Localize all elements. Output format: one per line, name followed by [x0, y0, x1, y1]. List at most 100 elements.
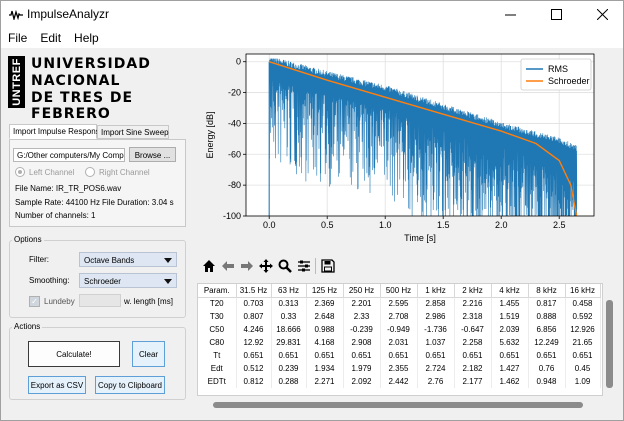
zoom-button[interactable]	[275, 257, 294, 275]
tab-import-impulse-response[interactable]: Import Impulse Response	[9, 124, 104, 139]
pan-button[interactable]	[256, 257, 275, 275]
channels-text: Number of channels: 1	[15, 211, 96, 220]
table-row[interactable]: C80 12.92 29.831 4.168 2.908 2.031 1.037 2.258 5…	[198, 336, 601, 349]
column-header[interactable]: 1 kHz	[417, 284, 455, 298]
tab-import-sine-sweep[interactable]: Import Sine Sweep	[97, 125, 169, 139]
save-button[interactable]	[318, 257, 337, 275]
table-row[interactable]: C50 4.246 18.666 0.988 -0.239 -0.949 -1.736 -0.…	[198, 323, 601, 336]
smoothing-value: Schroeder	[84, 277, 121, 286]
table-cell: 1.455	[491, 297, 529, 310]
file-duration-text: File Duration: 3.04 s	[102, 198, 174, 207]
table-cell: 5.632	[491, 336, 529, 349]
smoothing-select[interactable]: Schroeder	[79, 273, 177, 288]
table-cell: 0.592	[565, 310, 601, 323]
maximize-button[interactable]	[533, 1, 579, 28]
right-channel-radio[interactable]: Right Channel	[85, 167, 150, 177]
y-tick-label: -40	[228, 118, 241, 128]
table-cell: 29.831	[271, 336, 307, 349]
window-length-input[interactable]	[79, 294, 121, 307]
table-cell: 2.177	[454, 375, 492, 388]
y-axis-label: Energy [dB]	[205, 111, 215, 158]
table-cell: 2.33	[343, 310, 381, 323]
table-cell: 0.703	[236, 297, 272, 310]
copy-clipboard-button[interactable]: Copy to Clipboard	[95, 376, 165, 394]
table-cell: 2.271	[306, 375, 344, 388]
table-cell: 2.092	[343, 375, 381, 388]
menu-help[interactable]: Help	[67, 28, 105, 48]
table-row[interactable]: EDTt 0.812 0.288 2.271 2.092 2.442 2.76 2.177 1.…	[198, 375, 601, 388]
table-cell: 2.858	[417, 297, 455, 310]
table-row[interactable]: Tt 0.651 0.651 0.651 0.651 0.651 0.651 0.651 0.6…	[198, 349, 601, 362]
table-cell: 2.355	[380, 362, 418, 375]
column-header[interactable]: 63 Hz	[271, 284, 307, 298]
column-header[interactable]: 4 kHz	[491, 284, 529, 298]
export-csv-button[interactable]: Export as CSV	[28, 376, 86, 394]
calculate-button[interactable]: Calculate!	[28, 341, 120, 367]
column-header[interactable]: 31.5 Hz	[236, 284, 272, 298]
menu-file[interactable]: File	[1, 28, 33, 48]
clear-button[interactable]: Clear	[132, 341, 165, 367]
maximize-icon	[550, 9, 562, 20]
y-tick-label: 0	[236, 57, 241, 67]
table-row[interactable]: Edt 0.512 0.239 1.934 1.979 2.355 2.724 2.182 1.…	[198, 362, 601, 375]
table-cell: 0.651	[271, 349, 307, 362]
back-button[interactable]	[218, 257, 237, 275]
table-horizontal-scrollbar[interactable]	[213, 402, 583, 408]
logo-line-2: NACIONAL	[31, 73, 121, 89]
table-row[interactable]: T20 0.703 0.313 2.369 2.201 2.595 2.858 2.216 1.…	[198, 297, 601, 310]
table-cell: 4.168	[306, 336, 344, 349]
column-header[interactable]: 8 kHz	[528, 284, 566, 298]
table-cell: 1.427	[491, 362, 529, 375]
lundeby-checkbox[interactable]: ✓	[29, 296, 40, 307]
column-header[interactable]: 125 Hz	[306, 284, 344, 298]
table-cell: -0.949	[380, 323, 418, 336]
table-cell: -0.647	[454, 323, 492, 336]
table-cell: 18.666	[271, 323, 307, 336]
table-cell: 0.651	[306, 349, 344, 362]
y-tick-label: -100	[223, 211, 241, 221]
column-header[interactable]: Param.	[198, 284, 237, 298]
chevron-down-icon	[164, 279, 172, 284]
save-icon	[320, 259, 335, 273]
table-cell: 0.817	[528, 297, 566, 310]
table-cell: 0.651	[236, 349, 272, 362]
row-param-cell: Edt	[198, 362, 237, 375]
minimize-button[interactable]	[487, 1, 533, 28]
filter-select[interactable]: Octave Bands	[79, 252, 177, 267]
column-header[interactable]: 500 Hz	[380, 284, 418, 298]
table-cell: 0.651	[380, 349, 418, 362]
minimize-icon	[504, 14, 516, 16]
x-axis-label: Time [s]	[404, 233, 436, 243]
menu-edit[interactable]: Edit	[33, 28, 67, 48]
table-cell: 0.807	[236, 310, 272, 323]
column-header[interactable]: 250 Hz	[343, 284, 381, 298]
table-cell: 1.462	[491, 375, 529, 388]
forward-button[interactable]	[237, 257, 256, 275]
table-cell: 0.888	[528, 310, 566, 323]
legend-label: RMS	[548, 64, 568, 74]
table-cell: 0.651	[565, 349, 601, 362]
browse-button[interactable]: Browse ...	[129, 147, 176, 162]
results-table-container[interactable]: Param. 31.5 Hz 63 Hz 125 Hz 250 Hz 500 Hz 1 kH…	[197, 283, 603, 396]
column-header[interactable]: 16 kHz	[565, 284, 601, 298]
x-tick-label: 1.5	[437, 220, 450, 230]
left-channel-radio[interactable]: Left Channel	[15, 167, 74, 177]
table-cell: 2.216	[454, 297, 492, 310]
filter-value: Octave Bands	[84, 256, 135, 265]
home-button[interactable]	[199, 257, 218, 275]
table-row[interactable]: T30 0.807 0.33 2.648 2.33 2.708 2.986 2.318 1.51…	[198, 310, 601, 323]
column-header[interactable]: 2 kHz	[454, 284, 492, 298]
configure-button[interactable]	[294, 257, 313, 275]
table-cell: 0.812	[236, 375, 272, 388]
pan-icon	[258, 259, 273, 273]
table-cell: 0.988	[306, 323, 344, 336]
legend-label: Schroeder	[548, 76, 590, 86]
logo-line-1: UNIVERSIDAD	[31, 56, 151, 72]
table-cell: 2.595	[380, 297, 418, 310]
energy-plot[interactable]: 0.0 0.5 1.0 1.5 2.0 2.5 0 -20 -40 -60 -80 -100 Time …	[197, 49, 623, 249]
table-vertical-scrollbar[interactable]	[606, 300, 613, 388]
file-path-input[interactable]: G:/Other computers/My Comp	[13, 148, 125, 162]
close-button[interactable]	[579, 1, 624, 28]
logo-side-bar: UNTREF	[8, 56, 25, 108]
window-length-label: w. length [ms]	[124, 297, 173, 306]
